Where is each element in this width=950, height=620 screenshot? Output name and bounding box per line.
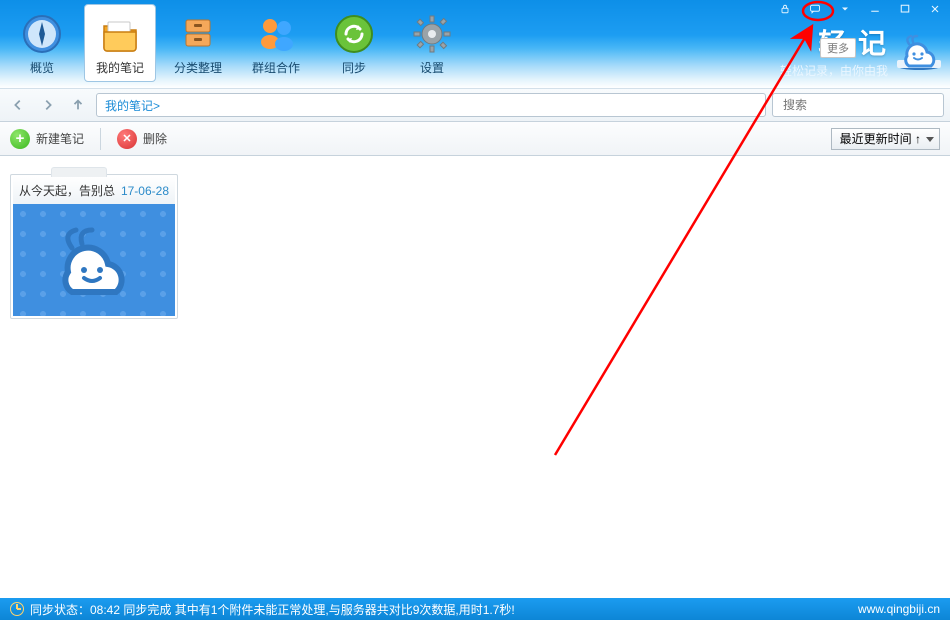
plus-circle-icon — [10, 129, 30, 149]
new-note-button[interactable]: 新建笔记 — [10, 129, 84, 149]
status-bar: 同步状态：08:42 同步完成 其中有1个附件未能正常处理,与服务器共对比9次数… — [0, 598, 950, 620]
delete-label: 删除 — [143, 130, 167, 147]
nav-forward-button[interactable] — [36, 93, 60, 117]
toolbar-sync-label: 同步 — [342, 59, 366, 76]
gear-icon — [409, 11, 455, 57]
x-circle-icon — [117, 129, 137, 149]
search-input[interactable] — [783, 98, 938, 112]
status-url-link[interactable]: www.qingbiji.cn — [858, 602, 940, 616]
toolbar-sync[interactable]: 同步 — [318, 4, 390, 82]
note-title: 从今天起，告别总 — [19, 182, 115, 199]
toolbar-settings[interactable]: 设置 — [396, 4, 468, 82]
toolbar-categories-label: 分类整理 — [174, 59, 222, 76]
sort-select[interactable]: 最近更新时间 ↑ — [831, 128, 940, 150]
lock-icon[interactable] — [770, 0, 800, 18]
toolbar-overview-label: 概览 — [30, 59, 54, 76]
dropdown-menu-button[interactable] — [830, 0, 860, 18]
status-text: 同步状态：08:42 同步完成 其中有1个附件未能正常处理,与服务器共对比9次数… — [30, 601, 515, 618]
toolbar-groups-label: 群组合作 — [252, 59, 300, 76]
note-date: 17-06-28 — [121, 184, 169, 198]
minimize-button[interactable] — [860, 0, 890, 18]
sort-select-value: 最近更新时间 ↑ — [840, 130, 921, 147]
brand-area: 更多 轻 记 轻松记录，由你由我 — [780, 22, 944, 79]
search-field[interactable] — [772, 93, 944, 117]
more-tooltip: 更多 — [820, 38, 856, 58]
sync-icon — [331, 11, 377, 57]
toolbar-categories[interactable]: 分类整理 — [162, 4, 234, 82]
toolbar-groups[interactable]: 群组合作 — [240, 4, 312, 82]
nav-row: 我的笔记> — [0, 88, 950, 122]
feedback-icon[interactable] — [800, 0, 830, 18]
new-note-label: 新建笔记 — [36, 130, 84, 147]
app-header: 概览 我的笔记 分类整理 — [0, 0, 950, 88]
drawer-icon — [175, 11, 221, 57]
delete-button[interactable]: 删除 — [117, 129, 167, 149]
toolbar-overview[interactable]: 概览 — [6, 4, 78, 82]
note-grid: 从今天起，告别总 17-06-28 — [0, 156, 950, 598]
toolbar-my-notes[interactable]: 我的笔记 — [84, 4, 156, 82]
breadcrumb[interactable]: 我的笔记> — [96, 93, 766, 117]
toolbar-my-notes-label: 我的笔记 — [96, 59, 144, 76]
nav-up-button[interactable] — [66, 93, 90, 117]
window-control-bar — [770, 0, 950, 18]
note-thumbnail — [13, 204, 175, 316]
maximize-button[interactable] — [890, 0, 920, 18]
main-toolbar: 概览 我的笔记 分类整理 — [0, 0, 474, 88]
breadcrumb-text: 我的笔记> — [105, 97, 160, 114]
app-subtitle: 轻松记录，由你由我 — [780, 62, 888, 79]
close-button[interactable] — [920, 0, 950, 18]
action-row: 新建笔记 删除 最近更新时间 ↑ — [0, 122, 950, 156]
app-logo-icon — [894, 29, 944, 73]
people-icon — [253, 11, 299, 57]
divider — [100, 128, 101, 150]
note-card[interactable]: 从今天起，告别总 17-06-28 — [10, 174, 178, 319]
folder-icon — [97, 11, 143, 57]
toolbar-settings-label: 设置 — [420, 59, 444, 76]
compass-icon — [19, 11, 65, 57]
clock-icon — [10, 602, 24, 616]
nav-back-button[interactable] — [6, 93, 30, 117]
note-card-tab — [51, 167, 107, 177]
